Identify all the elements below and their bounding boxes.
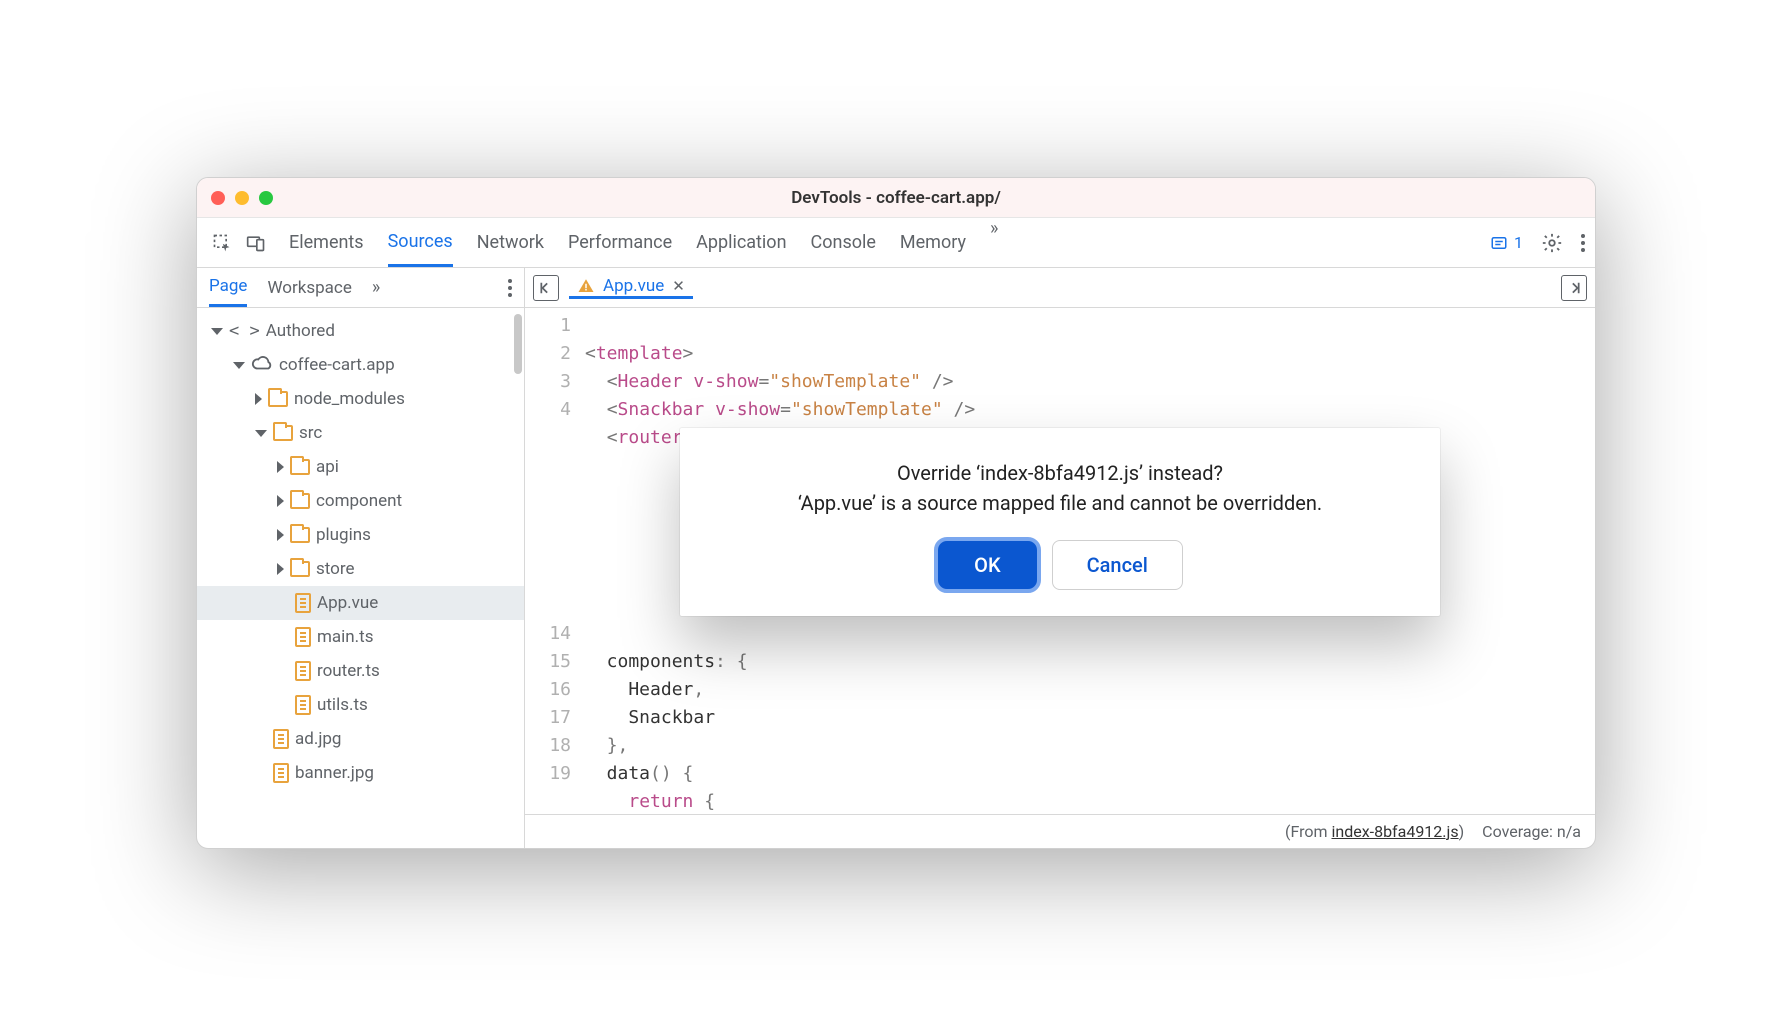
window-controls — [211, 191, 273, 205]
tree-site[interactable]: coffee-cart.app — [197, 348, 524, 382]
window-title: DevTools - coffee-cart.app/ — [197, 188, 1595, 208]
tree-folder-src[interactable]: src — [197, 416, 524, 450]
tab-performance[interactable]: Performance — [568, 218, 672, 267]
tab-sources[interactable]: Sources — [388, 218, 453, 267]
tab-application[interactable]: Application — [696, 218, 786, 267]
file-navigator: < > Authored coffee-cart.app node_module… — [197, 308, 525, 848]
cloud-icon — [251, 355, 273, 376]
file-icon — [295, 627, 311, 647]
tab-console[interactable]: Console — [811, 218, 876, 267]
code-brackets-icon: < > — [229, 321, 260, 341]
show-navigator-icon[interactable] — [533, 275, 559, 301]
minimize-window-button[interactable] — [235, 191, 249, 205]
tree-file-routerts[interactable]: router.ts — [197, 654, 524, 688]
dialog-line1: Override ‘index-8bfa4912.js’ instead? — [706, 458, 1414, 488]
source-map-note: (From index-8bfa4912.js) — [1285, 822, 1464, 841]
show-debugger-icon[interactable] — [1561, 275, 1587, 301]
tree-file-bannerjpg[interactable]: banner.jpg — [197, 756, 524, 790]
panel-tabs: Elements Sources Network Performance App… — [289, 218, 1486, 267]
tree-folder-store[interactable]: store — [197, 552, 524, 586]
tab-memory[interactable]: Memory — [900, 218, 966, 267]
tree-folder-plugins[interactable]: plugins — [197, 518, 524, 552]
folder-icon — [273, 425, 293, 441]
folder-icon — [290, 493, 310, 509]
dialog-line2: ‘App.vue’ is a source mapped file and ca… — [706, 488, 1414, 518]
close-tab-icon[interactable]: ✕ — [672, 277, 685, 295]
tree-file-utilsts[interactable]: utils.ts — [197, 688, 524, 722]
zoom-window-button[interactable] — [259, 191, 273, 205]
tree-file-adjpg[interactable]: ad.jpg — [197, 722, 524, 756]
line-gutter: 1 2 3 4 14 15 16 17 18 19 — [525, 312, 585, 814]
navigator-tab-workspace[interactable]: Workspace — [267, 268, 351, 307]
more-options-icon[interactable] — [1581, 234, 1585, 252]
main-toolbar: Elements Sources Network Performance App… — [197, 218, 1595, 268]
tab-network[interactable]: Network — [477, 218, 544, 267]
code-editor[interactable]: 1 2 3 4 14 15 16 17 18 19 <template> <He… — [525, 308, 1595, 848]
device-toolbar-icon[interactable] — [241, 228, 271, 258]
sourcemap-origin-link[interactable]: index-8bfa4912.js — [1331, 822, 1458, 841]
navigator-more-icon[interactable] — [508, 279, 512, 297]
file-icon — [295, 661, 311, 681]
more-navigator-tabs-icon[interactable]: » — [372, 277, 380, 298]
file-icon — [295, 593, 311, 613]
settings-icon[interactable] — [1537, 228, 1567, 258]
warning-icon — [577, 277, 595, 295]
tree-file-appvue[interactable]: App.vue — [197, 586, 524, 620]
tree-file-maints[interactable]: main.ts — [197, 620, 524, 654]
tree-folder-node-modules[interactable]: node_modules — [197, 382, 524, 416]
file-icon — [273, 763, 289, 783]
override-dialog: Override ‘index-8bfa4912.js’ instead? ‘A… — [680, 428, 1440, 616]
editor-tab-label: App.vue — [603, 276, 664, 296]
sources-body: < > Authored coffee-cart.app node_module… — [197, 308, 1595, 848]
close-window-button[interactable] — [211, 191, 225, 205]
folder-icon — [290, 459, 310, 475]
file-icon — [295, 695, 311, 715]
cancel-button[interactable]: Cancel — [1052, 540, 1183, 590]
editor-statusbar: (From index-8bfa4912.js) Coverage: n/a — [525, 814, 1595, 848]
titlebar: DevTools - coffee-cart.app/ — [197, 178, 1595, 218]
sources-sub-toolbar: Page Workspace » App.vue ✕ — [197, 268, 1595, 308]
tree-folder-component[interactable]: component — [197, 484, 524, 518]
editor-tab-appvue[interactable]: App.vue ✕ — [569, 276, 693, 299]
navigator-tabs: Page Workspace » — [197, 268, 525, 307]
devtools-window: DevTools - coffee-cart.app/ Elements Sou… — [196, 177, 1596, 849]
file-icon — [273, 729, 289, 749]
issues-button[interactable]: 1 — [1490, 233, 1523, 252]
more-panels-icon[interactable]: » — [990, 218, 998, 267]
tree-authored[interactable]: < > Authored — [197, 314, 524, 348]
issues-count: 1 — [1514, 233, 1523, 252]
tab-elements[interactable]: Elements — [289, 218, 364, 267]
folder-icon — [290, 561, 310, 577]
inspect-element-icon[interactable] — [207, 228, 237, 258]
folder-icon — [268, 391, 288, 407]
navigator-tab-page[interactable]: Page — [209, 268, 247, 307]
tree-folder-api[interactable]: api — [197, 450, 524, 484]
coverage-status: Coverage: n/a — [1482, 822, 1581, 841]
ok-button[interactable]: OK — [937, 540, 1037, 590]
editor-tabstrip: App.vue ✕ — [525, 275, 1595, 301]
folder-icon — [290, 527, 310, 543]
scrollbar-thumb[interactable] — [514, 314, 522, 374]
